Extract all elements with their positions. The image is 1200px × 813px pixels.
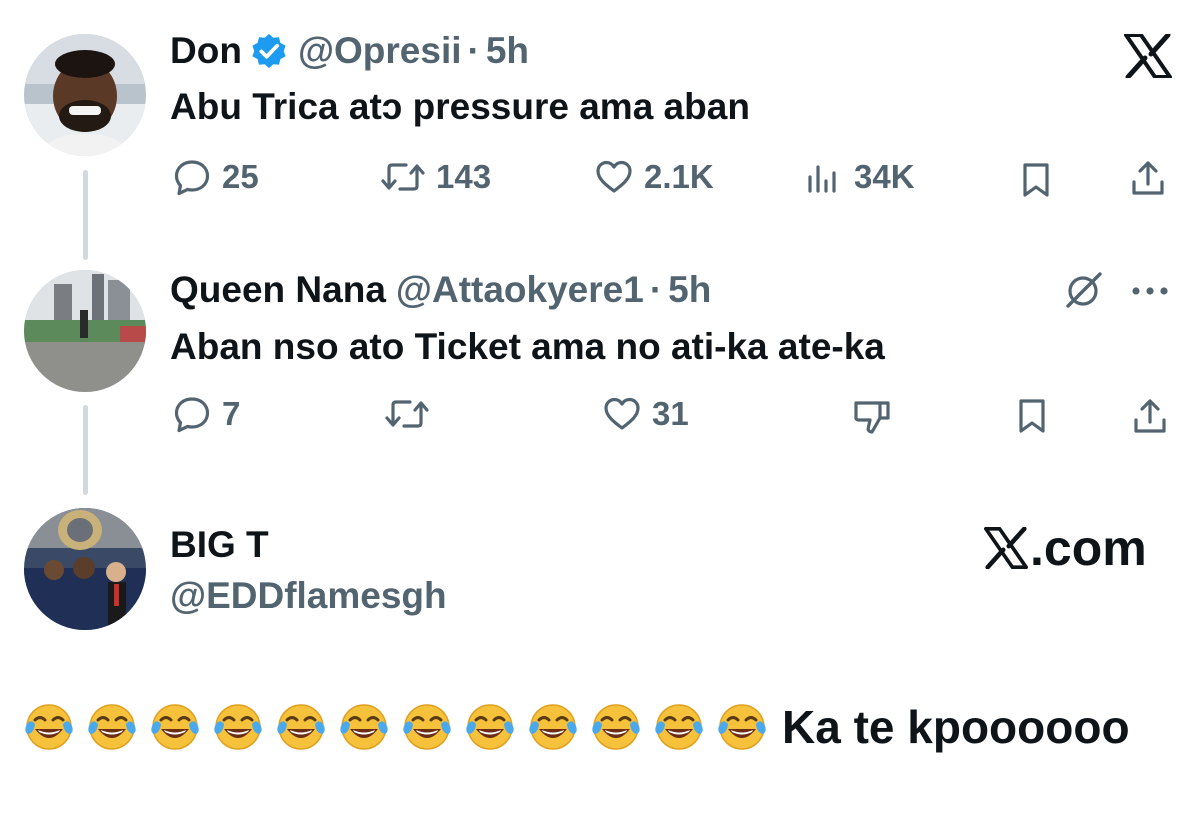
x-com-label: .com [1030, 520, 1147, 576]
tweet1-handle[interactable]: @Opresii [298, 30, 462, 72]
tweet1-views-count: 34K [854, 158, 915, 195]
heart-icon [604, 397, 640, 430]
tweet1-bookmark-button[interactable] [1016, 160, 1056, 200]
bookmark-icon [1023, 163, 1049, 197]
tweet2-time[interactable]: 5h [668, 269, 711, 311]
quote-text: Ka te kpoooooo [782, 701, 1130, 753]
tweet1-time[interactable]: 5h [486, 30, 529, 72]
tweet2-reply-button[interactable]: 7 [172, 394, 240, 434]
x-com-watermark: .com [984, 519, 1147, 577]
tweet2-reply-count: 7 [222, 395, 241, 432]
tweet1-repost-count: 143 [436, 158, 492, 195]
verified-badge-icon [250, 32, 288, 70]
tweet2-separator: · [649, 269, 663, 310]
reply-icon [174, 160, 210, 196]
quote-author-name[interactable]: BIG T [170, 524, 269, 566]
tears-of-joy-emoji [339, 702, 389, 752]
tweet1-repost-button[interactable]: 143 [380, 157, 491, 197]
thread-line-2 [83, 405, 88, 495]
tweet1-text: Abu Trica atɔ pressure ama aban [170, 86, 750, 127]
tweet2-like-button[interactable]: 31 [602, 394, 689, 434]
heart-icon [596, 160, 632, 193]
tweet1-reply-count: 25 [222, 158, 259, 195]
tears-of-joy-emoji [150, 702, 200, 752]
tweet1-header: Don @Opresii · 5h [170, 30, 529, 72]
tweet2-author-name[interactable]: Queen Nana [170, 269, 386, 311]
tears-of-joy-emoji [528, 702, 578, 752]
quote-author-handle[interactable]: @EDDflamesgh [170, 575, 447, 617]
tears-of-joy-emoji [402, 702, 452, 752]
tears-of-joy-emoji [87, 702, 137, 752]
x-logo-icon [984, 527, 1028, 569]
avatar-big-t[interactable] [24, 508, 146, 630]
grok-icon[interactable] [1060, 268, 1106, 314]
avatar-don[interactable] [24, 34, 146, 156]
tweet1-like-button[interactable]: 2.1K [594, 157, 714, 197]
thread-line-1 [83, 170, 88, 260]
tweet1-share-button[interactable] [1128, 158, 1168, 198]
tears-of-joy-emoji [717, 702, 767, 752]
tweet1-author-name[interactable]: Don [170, 30, 242, 72]
tears-of-joy-emoji [24, 702, 74, 752]
tears-of-joy-emoji [654, 702, 704, 752]
tweet2-share-button[interactable] [1130, 396, 1170, 436]
repost-icon [385, 400, 429, 428]
tweet2-repost-button[interactable] [384, 394, 440, 434]
tweet2-handle[interactable]: @Attaokyere1 [396, 269, 644, 311]
quote-text-row: Ka te kpoooooo [24, 700, 1130, 754]
tweet1-reply-button[interactable]: 25 [172, 157, 259, 197]
dislike-icon [854, 401, 890, 434]
tears-of-joy-emoji [591, 702, 641, 752]
emoji-group [24, 702, 780, 752]
share-icon [1134, 399, 1166, 433]
tweet1-like-count: 2.1K [644, 158, 714, 195]
share-icon [1132, 161, 1164, 195]
views-icon [808, 165, 836, 193]
tweet2-header: Queen Nana @Attaokyere1 · 5h [170, 269, 711, 311]
tweet2-like-count: 31 [652, 395, 689, 432]
x-logo-icon [1124, 34, 1172, 78]
more-icon[interactable] [1130, 285, 1170, 297]
tears-of-joy-emoji [213, 702, 263, 752]
tweet1-separator: · [467, 30, 480, 71]
tweet1-views-button[interactable]: 34K [804, 157, 915, 197]
repost-icon [381, 163, 425, 191]
bookmark-icon [1019, 399, 1045, 433]
reply-icon [174, 397, 210, 433]
tears-of-joy-emoji [276, 702, 326, 752]
tweet2-dislike-button[interactable] [852, 396, 892, 436]
tears-of-joy-emoji [465, 702, 515, 752]
tweet2-text: Aban nso ato Ticket ama no ati-ka ate-ka [170, 326, 885, 367]
tweet2-bookmark-button[interactable] [1012, 396, 1052, 436]
avatar-queen-nana[interactable] [24, 270, 146, 392]
